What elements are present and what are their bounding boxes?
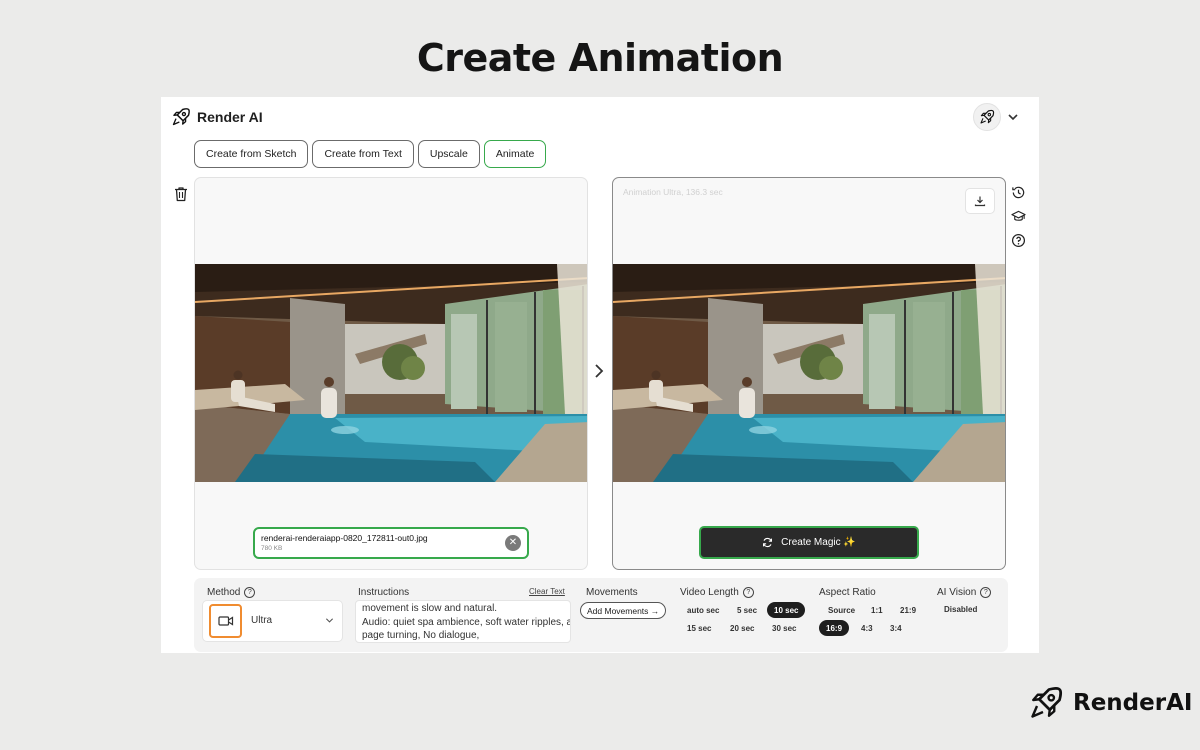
close-icon[interactable]: ✕: [505, 535, 521, 551]
rocket-icon: [1028, 683, 1064, 723]
result-panel: Animation Ultra, 136.3 sec Create Magic …: [612, 177, 1006, 570]
download-button[interactable]: [965, 188, 995, 214]
video-camera-icon: [209, 604, 242, 638]
chevron-down-icon[interactable]: [1007, 111, 1019, 123]
result-image: [613, 264, 1005, 482]
graduation-cap-icon[interactable]: [1011, 209, 1026, 224]
tab-upscale[interactable]: Upscale: [417, 140, 480, 168]
side-tools: [1011, 185, 1026, 248]
aspect-ratio-label: Aspect Ratio: [819, 587, 876, 598]
download-icon: [974, 196, 986, 207]
method-section: Method ?: [207, 587, 256, 598]
tab-create-from-sketch[interactable]: Create from Sketch: [194, 140, 309, 168]
aspect-ratio-option[interactable]: 21:9: [893, 602, 923, 618]
clear-text-link[interactable]: Clear Text: [529, 587, 565, 596]
add-movements-button[interactable]: Add Movements →: [580, 602, 667, 619]
mode-tabs: Create from Sketch Create from Text Upsc…: [194, 140, 547, 168]
video-length-option[interactable]: 30 sec: [765, 620, 803, 636]
ai-vision-label: AI Vision: [937, 587, 977, 598]
help-icon[interactable]: [1011, 233, 1026, 248]
video-length-section: Video Length ?: [680, 587, 754, 598]
create-magic-button[interactable]: Create Magic ✨: [699, 526, 919, 559]
settings-bar: Method ? Ultra Instructions Clear Text m…: [194, 578, 1008, 652]
create-magic-label: Create Magic ✨: [781, 537, 856, 548]
history-icon[interactable]: [1011, 185, 1026, 200]
aspect-ratio-option-selected[interactable]: 16:9: [819, 620, 850, 636]
chevron-right-icon: [595, 364, 604, 378]
rocket-icon: [171, 107, 191, 127]
user-menu[interactable]: [973, 103, 1019, 131]
aspect-ratio-option[interactable]: 1:1: [864, 602, 890, 618]
brand[interactable]: Render AI: [171, 107, 263, 127]
app-name: Render AI: [197, 109, 263, 125]
video-length-option[interactable]: auto sec: [680, 602, 726, 618]
method-value: Ultra: [251, 615, 273, 626]
video-length-label: Video Length: [680, 587, 739, 598]
file-size: 780 KB: [261, 545, 283, 552]
source-panel: renderai-renderaiapp-0820_172811-out0.jp…: [194, 177, 588, 570]
aspect-ratio-option[interactable]: Source: [821, 602, 862, 618]
tab-create-from-text[interactable]: Create from Text: [312, 140, 414, 168]
uploaded-file-chip: renderai-renderaiapp-0820_172811-out0.jp…: [253, 527, 529, 559]
avatar[interactable]: [973, 103, 1001, 131]
ai-vision-section: AI Vision ?: [937, 587, 992, 598]
chevron-down-icon: [325, 618, 334, 623]
ai-vision-value[interactable]: Disabled: [944, 605, 977, 614]
instructions-label: Instructions: [358, 587, 410, 598]
trash-icon[interactable]: [174, 186, 188, 202]
app-window: Render AI Create from Sketch Create from…: [161, 97, 1039, 653]
help-icon[interactable]: ?: [244, 587, 256, 598]
page-heading: Create Animation: [416, 36, 784, 80]
footer-brand-name: RenderAI: [1073, 690, 1193, 716]
instructions-textarea[interactable]: movement is slow and natural. Audio: qui…: [355, 600, 571, 643]
aspect-ratio-option[interactable]: 4:3: [854, 620, 880, 636]
video-length-option[interactable]: 20 sec: [723, 620, 761, 636]
movements-label: Movements: [586, 587, 638, 598]
instruction-line: page turning, No dialogue,: [362, 630, 480, 641]
help-icon[interactable]: ?: [742, 587, 754, 598]
help-icon[interactable]: ?: [980, 587, 992, 598]
refresh-icon: [763, 537, 773, 548]
instruction-line: Audio: quiet spa ambience, soft water ri…: [362, 616, 571, 628]
video-length-option-selected[interactable]: 10 sec: [767, 602, 806, 618]
tab-animate[interactable]: Animate: [483, 140, 547, 168]
method-label: Method: [207, 587, 241, 598]
instruction-line: movement is slow and natural.: [362, 603, 498, 614]
video-length-option[interactable]: 5 sec: [730, 602, 764, 618]
rocket-icon: [979, 109, 995, 125]
source-image: [195, 264, 587, 482]
aspect-ratio-option[interactable]: 3:4: [883, 620, 909, 636]
result-caption: Animation Ultra, 136.3 sec: [623, 187, 723, 197]
footer-brand: RenderAI: [1028, 683, 1192, 723]
method-select[interactable]: Ultra: [202, 600, 343, 642]
video-length-option[interactable]: 15 sec: [680, 620, 718, 636]
file-name: renderai-renderaiapp-0820_172811-out0.jp…: [261, 533, 428, 543]
